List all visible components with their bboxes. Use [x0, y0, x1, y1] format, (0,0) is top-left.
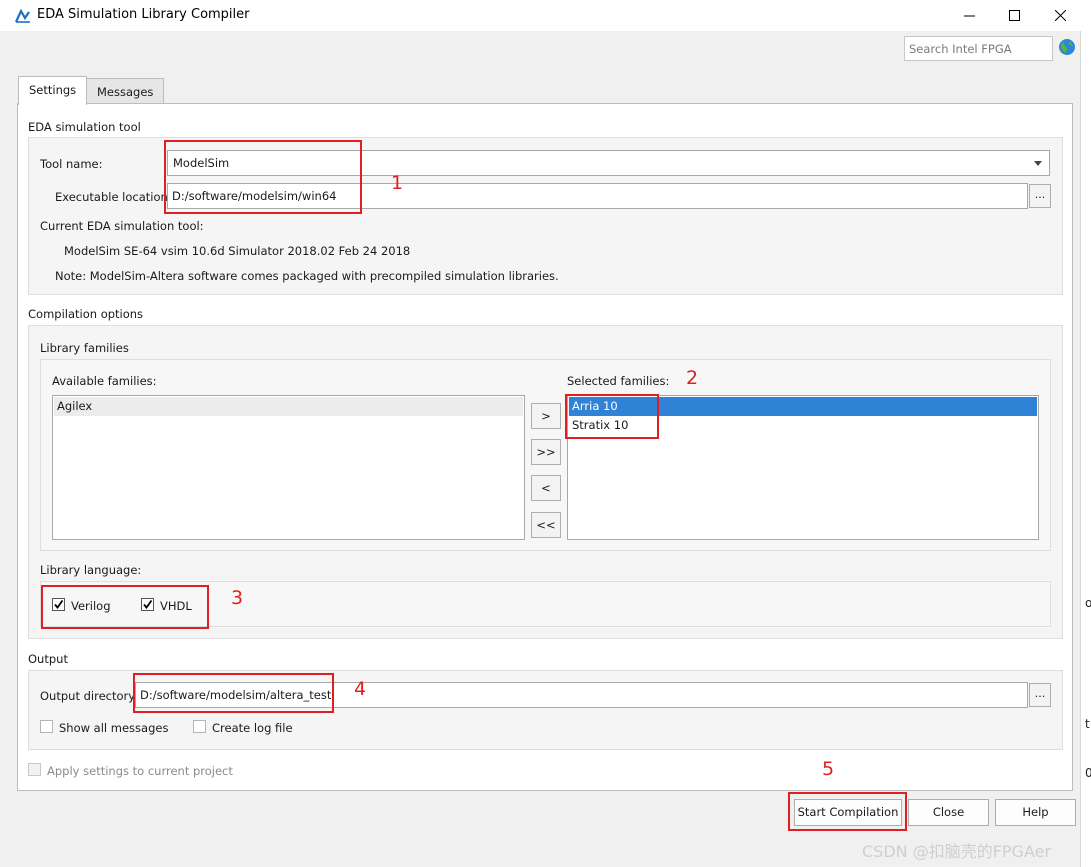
library-families-label: Library families — [40, 341, 129, 355]
list-item[interactable]: Agilex — [54, 397, 523, 416]
verilog-label: Verilog — [71, 599, 111, 613]
section-output: Output — [28, 652, 68, 666]
available-families-list[interactable]: Agilex — [52, 395, 525, 540]
output-dir-input[interactable]: D:/software/modelsim/altera_test — [135, 682, 1028, 708]
checkmark-icon — [54, 599, 64, 609]
available-families-label: Available families: — [52, 374, 157, 388]
tab-messages[interactable]: Messages — [86, 78, 165, 105]
start-compilation-button[interactable]: Start Compilation — [794, 799, 902, 826]
edge-glyph: 0 — [1085, 766, 1091, 780]
chevron-down-icon — [1034, 161, 1042, 166]
list-item[interactable]: Arria 10 — [569, 397, 1037, 416]
minimize-icon — [963, 15, 975, 17]
add-family-button[interactable]: > — [531, 403, 561, 429]
background-window-edge: o t 0 — [1080, 31, 1091, 867]
current-tool-label: Current EDA simulation tool: — [40, 219, 204, 233]
tool-name-value: ModelSim — [173, 156, 230, 170]
exe-location-label: Executable location: — [55, 190, 172, 204]
vhdl-label: VHDL — [160, 599, 192, 613]
remove-all-families-button[interactable]: << — [531, 512, 561, 538]
precompiled-note: Note: ModelSim-Altera software comes pac… — [55, 269, 559, 283]
close-button[interactable]: Close — [908, 799, 989, 826]
annotation-number-5: 5 — [822, 758, 835, 780]
checkmark-icon — [143, 599, 153, 609]
section-eda-tool: EDA simulation tool — [28, 120, 141, 134]
exe-browse-button[interactable]: ... — [1029, 184, 1051, 208]
output-dir-label: Output directory: — [40, 689, 139, 703]
help-button[interactable]: Help — [995, 799, 1076, 826]
minimize-button[interactable] — [946, 0, 992, 31]
verilog-checkbox[interactable] — [52, 598, 65, 611]
add-all-families-button[interactable]: >> — [531, 439, 561, 465]
selected-families-list[interactable]: Arria 10 Stratix 10 — [567, 395, 1039, 540]
annotation-number-4: 4 — [354, 678, 367, 700]
create-log-checkbox[interactable] — [193, 720, 206, 733]
apply-settings-checkbox — [28, 763, 41, 776]
create-log-label: Create log file — [212, 721, 293, 735]
app-icon — [14, 8, 30, 23]
show-all-messages-checkbox[interactable] — [40, 720, 53, 733]
annotation-number-2: 2 — [686, 367, 699, 389]
vhdl-checkbox[interactable] — [141, 598, 154, 611]
globe-icon[interactable] — [1058, 38, 1076, 56]
apply-settings-label: Apply settings to current project — [47, 764, 233, 778]
section-compilation: Compilation options — [28, 307, 144, 321]
exe-location-input[interactable]: D:/software/modelsim/win64 — [167, 183, 1028, 209]
remove-family-button[interactable]: < — [531, 475, 561, 501]
close-icon — [1054, 10, 1066, 21]
window-title: EDA Simulation Library Compiler — [37, 7, 250, 22]
tool-name-select[interactable]: ModelSim — [167, 150, 1050, 176]
current-tool-value: ModelSim SE-64 vsim 10.6d Simulator 2018… — [64, 244, 411, 258]
edge-glyph: o — [1085, 596, 1091, 610]
watermark: CSDN @扣脑壳的FPGAer — [862, 842, 1052, 861]
tool-name-label: Tool name: — [40, 157, 103, 171]
edge-glyph: t — [1085, 717, 1090, 731]
library-language-label: Library language: — [40, 563, 142, 577]
output-browse-button[interactable]: ... — [1029, 683, 1051, 707]
tab-settings[interactable]: Settings — [18, 76, 88, 105]
annotation-number-1: 1 — [391, 172, 404, 194]
close-window-button[interactable] — [1037, 0, 1083, 31]
maximize-icon — [1008, 10, 1020, 21]
annotation-number-3: 3 — [231, 587, 244, 609]
selected-families-label: Selected families: — [567, 374, 670, 388]
show-all-messages-label: Show all messages — [59, 721, 169, 735]
list-item[interactable]: Stratix 10 — [569, 416, 1037, 435]
search-input[interactable]: Search Intel FPGA — [904, 36, 1053, 61]
maximize-button[interactable] — [991, 0, 1037, 31]
